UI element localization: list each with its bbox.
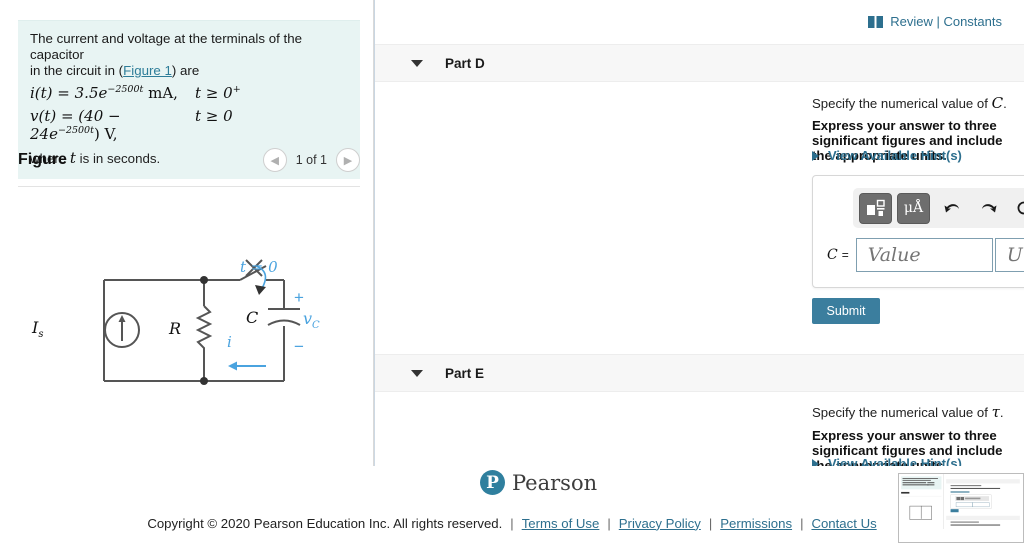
part-d-question: Specify the numerical value of C. bbox=[812, 94, 1007, 112]
problem-panel: The current and voltage at the terminals… bbox=[0, 0, 373, 466]
part-e-header[interactable]: Part E bbox=[375, 354, 1024, 392]
part-d-header[interactable]: Part D bbox=[375, 44, 1024, 82]
answer-variable-label: C bbox=[827, 247, 838, 263]
copyright-text: Copyright © 2020 Pearson Education Inc. … bbox=[147, 515, 503, 531]
resistor bbox=[195, 305, 213, 351]
part-e-label: Part E bbox=[445, 365, 485, 381]
permissions-link[interactable]: Permissions bbox=[720, 516, 792, 531]
figure-title: Figure bbox=[18, 151, 67, 168]
figure-prev-button[interactable]: ◀ bbox=[262, 148, 287, 172]
answer-row: C = bbox=[827, 238, 1024, 272]
caret-right-icon bbox=[812, 150, 819, 161]
figure-divider bbox=[18, 186, 360, 187]
page-footer: Copyright © 2020 Pearson Education Inc. … bbox=[0, 503, 1024, 543]
figure-navigation: ◀ 1 of 1 ▶ bbox=[262, 148, 360, 172]
page-root: The current and voltage at the terminals… bbox=[0, 0, 1024, 543]
caret-down-icon[interactable] bbox=[411, 369, 423, 377]
thumbnail-preview bbox=[899, 474, 1020, 539]
math-toolbar: μÅ ? bbox=[853, 188, 1024, 228]
equation-current-lhs: i(t) = 3.5e−2500t mA, bbox=[30, 84, 178, 102]
redo-icon[interactable] bbox=[971, 194, 1005, 223]
review-constants-bar[interactable]: Review | Constants bbox=[868, 14, 1002, 29]
pearson-logo: P Pearson bbox=[480, 470, 597, 495]
footer-separator: | bbox=[510, 515, 514, 531]
equation-current: i(t) = 3.5e−2500t mA, t ≥ 0+ bbox=[30, 84, 348, 102]
circuit-svg bbox=[103, 259, 301, 385]
part-d-hint-label[interactable]: View Available Hint(s) bbox=[828, 148, 962, 163]
caret-down-icon[interactable] bbox=[411, 59, 423, 67]
submit-button[interactable]: Submit bbox=[812, 298, 880, 324]
figure-header: Figure ◀ 1 of 1 ▶ bbox=[18, 148, 360, 184]
math-template-icon[interactable] bbox=[859, 192, 892, 224]
screenshot-thumbnail-overlay[interactable] bbox=[898, 473, 1024, 543]
undo-icon[interactable] bbox=[935, 194, 969, 223]
problem-line-2-pre: in the circuit in ( bbox=[30, 63, 124, 78]
problem-line-2: in the circuit in (Figure 1) are bbox=[30, 63, 348, 79]
current-arrow bbox=[228, 361, 266, 371]
caret-right-icon bbox=[812, 458, 819, 466]
book-icon bbox=[868, 15, 884, 28]
terms-of-use-link[interactable]: Terms of Use bbox=[522, 516, 600, 531]
figure-counter: 1 of 1 bbox=[295, 153, 327, 167]
answer-entry-box: μÅ ? C = bbox=[812, 175, 1024, 288]
part-d-hint-toggle[interactable]: View Available Hint(s) bbox=[812, 148, 962, 163]
figure-1-link[interactable]: Figure 1 bbox=[123, 63, 172, 78]
circuit-diagram[interactable]: Is R C vC t = 0 i + − bbox=[18, 196, 360, 416]
review-constants-link[interactable]: Review | Constants bbox=[890, 14, 1002, 29]
part-e-hint-label[interactable]: View Available Hint(s) bbox=[828, 456, 962, 466]
equation-voltage-lhs: v(t) = (40 − 24e−2500t) V, bbox=[30, 107, 121, 143]
equation-voltage-condition: t ≥ 0 bbox=[195, 107, 233, 125]
problem-line-2-post: ) are bbox=[171, 63, 200, 78]
figure-next-button[interactable]: ▶ bbox=[336, 148, 360, 172]
value-input[interactable] bbox=[855, 238, 993, 272]
pearson-wordmark: Pearson bbox=[512, 470, 598, 495]
problem-line-1: The current and voltage at the terminals… bbox=[30, 31, 303, 62]
part-d-label: Part D bbox=[445, 55, 485, 71]
part-e-question: Specify the numerical value of τ. bbox=[812, 403, 1004, 421]
answer-equals-sign: = bbox=[841, 248, 849, 262]
capacitor bbox=[267, 308, 301, 326]
footer-separator: | bbox=[800, 515, 804, 531]
footer-separator: | bbox=[708, 515, 713, 531]
equation-voltage: v(t) = (40 − 24e−2500t) V, t ≥ 0 bbox=[30, 107, 348, 143]
units-input[interactable] bbox=[994, 238, 1024, 272]
part-e-hint-toggle[interactable]: View Available Hint(s) bbox=[812, 456, 962, 466]
node-bottom bbox=[200, 377, 208, 385]
privacy-policy-link[interactable]: Privacy Policy bbox=[619, 516, 701, 531]
node-top bbox=[200, 276, 208, 284]
assignment-panel: Review | Constants Part D Specify the nu… bbox=[375, 0, 1024, 466]
equation-current-condition: t ≥ 0+ bbox=[195, 84, 241, 102]
contact-us-link[interactable]: Contact Us bbox=[811, 516, 876, 531]
reset-icon[interactable] bbox=[1007, 194, 1024, 223]
pearson-mark-icon: P bbox=[480, 470, 505, 495]
footer-separator: | bbox=[607, 515, 611, 531]
units-icon[interactable]: μÅ bbox=[897, 192, 930, 224]
